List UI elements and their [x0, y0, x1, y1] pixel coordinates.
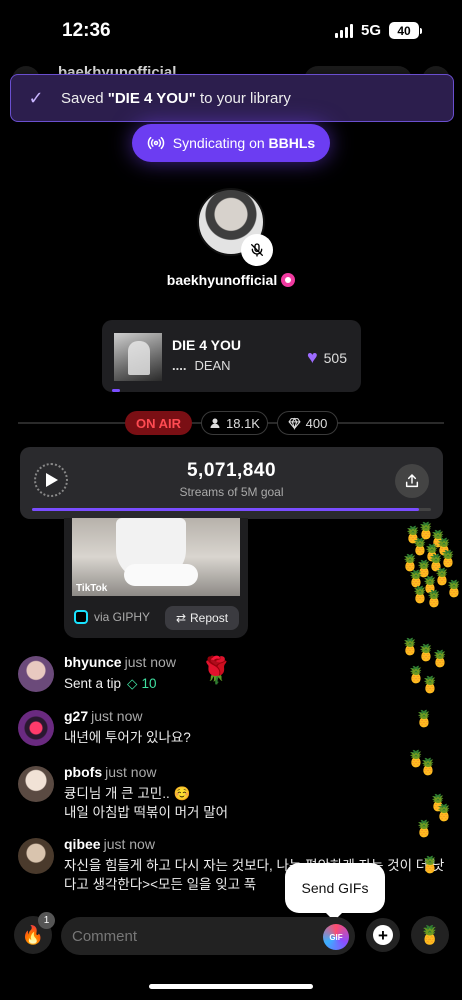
syndicating-button[interactable]: Syndicating on BBHLs	[132, 124, 330, 162]
repost-icon: ⇄	[175, 611, 187, 625]
status-time: 12:36	[62, 20, 111, 41]
pineapple-icon: 🍍	[434, 805, 454, 822]
comment-username[interactable]: bhyunce just now	[64, 654, 176, 670]
comment-username[interactable]: pbofs just now	[64, 764, 156, 780]
pineapple-icon: 🍍	[414, 821, 434, 838]
listeners-pill[interactable]: 18.1K	[201, 411, 268, 435]
avatar[interactable]	[18, 838, 54, 874]
network-label: 5G	[360, 22, 381, 39]
streams-count: 5,071,840	[186, 460, 277, 481]
saved-toast[interactable]: ✓ Saved "DIE 4 YOU" to your library	[10, 74, 454, 122]
gems-pill[interactable]: 400	[277, 411, 338, 435]
comment-text: 자신을 힘들게 하고 다시 자는 것보다, 나는 편안하게 자는 것이 더 낫다…	[64, 858, 445, 892]
song-artist: .... DEAN	[172, 358, 231, 373]
song-title: DIE 4 YOU	[172, 337, 241, 353]
avatar[interactable]	[18, 710, 54, 746]
home-indicator	[149, 984, 313, 989]
comment-text: 큥디님 개 큰 고민.. ☺️ 내일 아침밥 떡볶이 머거 말어	[64, 786, 229, 820]
signal-icon	[334, 23, 353, 38]
gif-source: via GIPHY	[94, 610, 151, 624]
check-icon: ✓	[28, 87, 44, 108]
host-name[interactable]: baekhyunofficial	[0, 272, 462, 288]
comment-composer: 🔥 1 GIF + 🍍	[0, 912, 462, 962]
tip-amount: 10	[141, 676, 157, 691]
fire-icon: 🔥	[21, 924, 45, 945]
share-icon	[405, 474, 419, 488]
pineapple-icon: 🍍	[438, 551, 458, 568]
on-air-badge: ON AIR	[125, 411, 192, 435]
song-progress	[112, 389, 120, 392]
pineapple-icon: 🍍	[430, 651, 450, 668]
like-button[interactable]: ♥ 505	[307, 347, 347, 368]
pineapple-icon: 🍍	[418, 924, 442, 945]
send-gifs-tooltip: Send GIFs	[285, 863, 385, 921]
share-button[interactable]	[395, 464, 429, 498]
repost-button[interactable]: ⇄ Repost	[165, 606, 239, 630]
battery-level: 40	[389, 22, 419, 39]
host-avatar[interactable]	[197, 188, 273, 266]
pineapple-icon: 🍍	[418, 759, 438, 776]
comment-username[interactable]: qibee just now	[64, 836, 155, 852]
broadcast-icon	[147, 136, 165, 150]
giphy-icon	[74, 610, 88, 624]
streams-goal-card: 5,071,840 Streams of 5M goal	[20, 447, 443, 519]
like-count: 505	[323, 349, 347, 366]
gif-button[interactable]: GIF	[323, 924, 349, 950]
mic-off-icon	[241, 234, 273, 266]
pineapple-button[interactable]: 🍍	[411, 916, 449, 954]
heart-icon: ♥	[306, 347, 318, 367]
gem-icon	[288, 417, 301, 430]
playing-dots: ....	[172, 358, 187, 373]
toast-message: Saved "DIE 4 YOU" to your library	[61, 89, 291, 107]
plus-icon: +	[373, 925, 393, 945]
comment-username[interactable]: g27 just now	[64, 708, 142, 724]
rose-icon: 🌹	[200, 655, 233, 685]
pineapple-icon: 🍍	[424, 591, 444, 608]
comment-text: Sent a tip ◇ 10	[64, 676, 157, 691]
comment-input[interactable]	[61, 917, 355, 955]
avatar[interactable]	[18, 656, 54, 692]
pineapple-icon: 🍍	[414, 711, 434, 728]
pineapple-icon: 🍍	[420, 677, 440, 694]
battery-icon: 40	[389, 22, 422, 39]
syndicating-label: Syndicating on BBHLs	[172, 135, 316, 151]
album-art	[114, 333, 162, 381]
streams-progress-fill	[32, 508, 420, 511]
add-button[interactable]: +	[366, 918, 400, 952]
verified-badge-icon	[281, 273, 296, 287]
pineapple-icon: 🍍	[444, 581, 462, 598]
streams-progress-bar	[32, 508, 431, 511]
gem-icon: ◇	[127, 676, 138, 691]
tiktok-watermark: TikTok	[76, 583, 108, 594]
pineapple-icon: 🍍	[420, 857, 440, 874]
status-bar: 12:36 5G 40	[0, 0, 462, 64]
avatar[interactable]	[18, 766, 54, 802]
person-icon	[210, 418, 220, 428]
gif-message-card[interactable]: TikTok via GIPHY ⇄ Repost	[64, 518, 248, 638]
status-indicators: 5G 40	[334, 22, 422, 39]
streams-goal-label: Streams of 5M goal	[179, 485, 284, 499]
comment-text: 내년에 투어가 있나요?	[64, 730, 191, 745]
now-playing-card[interactable]: DIE 4 YOU .... DEAN ♥ 505	[102, 320, 361, 392]
gif-image: TikTok	[72, 518, 240, 596]
fire-count-badge: 1	[38, 912, 55, 929]
